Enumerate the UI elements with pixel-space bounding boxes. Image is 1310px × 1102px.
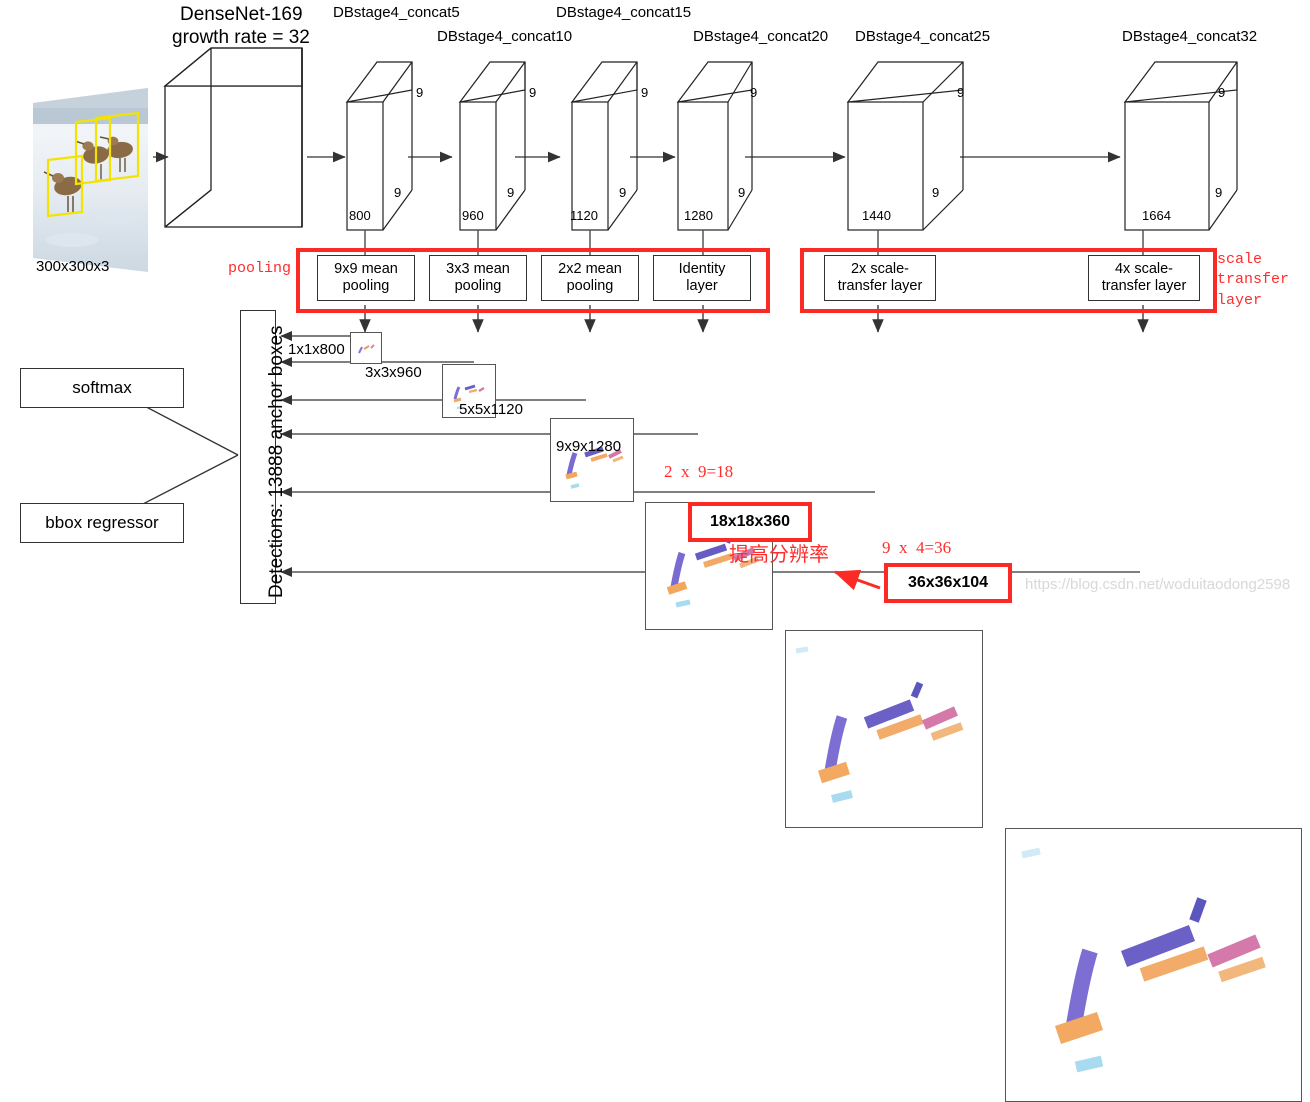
- feature-map-18x18: [785, 630, 983, 828]
- cube-channels-1280: 1280: [684, 208, 713, 223]
- feature-map-caption-5x5: 5x5x1120: [459, 401, 523, 418]
- pooling-box-9x9[interactable]: 9x9 mean pooling: [317, 255, 415, 301]
- feature-map-5x5: [550, 418, 634, 502]
- cube-channels-1440: 1440: [862, 208, 891, 223]
- softmax-label: softmax: [72, 377, 132, 397]
- identity-layer-line1: Identity: [678, 260, 726, 277]
- detections-label: Detections: 13888 anchor boxes: [266, 325, 287, 598]
- identity-layer-box[interactable]: Identity layer: [653, 255, 751, 301]
- stage-cubes: [345, 61, 1238, 231]
- pooling-box-2x2[interactable]: 2x2 mean pooling: [541, 255, 639, 301]
- cube-dim-bottom-5: 9: [932, 185, 940, 200]
- stage-label-concat32: DBstage4_concat32: [1122, 28, 1258, 45]
- pooling-box-3x3[interactable]: 3x3 mean pooling: [429, 255, 527, 301]
- softmax-box[interactable]: softmax: [20, 368, 184, 408]
- shape-box-18x18x360[interactable]: 18x18x360: [688, 502, 812, 542]
- scale-transfer-2x-box[interactable]: 2x scale- transfer layer: [824, 255, 936, 301]
- stage-label-concat5: DBstage4_concat5: [333, 4, 460, 21]
- cube-dim-bottom-2: 9: [507, 185, 515, 200]
- pooling-box-3x3-line2: pooling: [454, 278, 502, 294]
- cube-channels-800: 800: [349, 208, 371, 223]
- input-image: [33, 88, 148, 272]
- anchor-note-2x9: 2 x 9=18: [664, 462, 734, 481]
- cube-channels-1664: 1664: [1142, 208, 1171, 223]
- model-title-line1: DenseNet-169: [180, 4, 303, 25]
- stage-label-concat15: DBstage4_concat15: [556, 4, 692, 21]
- pooling-box-2x2-line1: 2x2 mean: [558, 260, 622, 277]
- shape-box-18x18x360-label: 18x18x360: [709, 513, 791, 530]
- feature-map-36x36: [1005, 828, 1302, 1102]
- pooling-box-2x2-line2: pooling: [566, 278, 614, 294]
- scale-transfer-red-label: scale transfer layer: [1217, 251, 1290, 309]
- scale-transfer-4x-box[interactable]: 4x scale- transfer layer: [1088, 255, 1200, 301]
- scale-transfer-4x-line1: 4x scale-: [1114, 260, 1174, 277]
- feature-map-caption-1x1: 1x1x800: [288, 341, 345, 358]
- cube-dim-bottom-1: 9: [394, 185, 402, 200]
- anchor-note-9x4: 9 x 4=36: [882, 538, 952, 557]
- cube-channels-1120: 1120: [570, 208, 598, 223]
- pooling-box-9x9-line2: pooling: [342, 278, 390, 294]
- densenet-cube: [163, 47, 303, 228]
- model-title-line2: growth rate = 32: [172, 27, 310, 48]
- cube-dim-top-3: 9: [641, 85, 649, 100]
- scale-transfer-2x-line1: 2x scale-: [850, 260, 910, 277]
- shape-box-36x36x104[interactable]: 36x36x104: [884, 563, 1012, 603]
- chinese-note-resolution: 提高分辨率: [729, 544, 829, 566]
- cube-dim-top-6: 9: [1218, 85, 1226, 100]
- identity-layer-line2: layer: [686, 278, 718, 294]
- cube-dim-bottom-3: 9: [619, 185, 627, 200]
- cube-channels-960: 960: [462, 208, 484, 223]
- cube-dim-top-1: 9: [416, 85, 424, 100]
- input-caption: 300x300x3: [36, 258, 110, 275]
- feature-map-1x1: [350, 332, 382, 364]
- feature-map-caption-9x9: 9x9x1280: [556, 438, 622, 455]
- cube-dim-top-4: 9: [750, 85, 758, 100]
- stage-label-concat25: DBstage4_concat25: [855, 28, 991, 45]
- stage-label-concat20: DBstage4_concat20: [693, 28, 829, 45]
- feature-map-caption-3x3: 3x3x960: [365, 364, 422, 381]
- cube-dim-bottom-6: 9: [1215, 185, 1223, 200]
- cube-dim-top-5: 9: [957, 85, 965, 100]
- stage-label-concat10: DBstage4_concat10: [437, 28, 573, 45]
- pooling-group-red-label: pooling: [228, 260, 292, 277]
- diagram-canvas: DenseNet-169 growth rate = 32 DBstage4_c…: [0, 0, 1310, 1102]
- detections-label-wrap: Detections: 13888 anchor boxes: [240, 310, 287, 602]
- cube-dim-bottom-4: 9: [738, 185, 746, 200]
- bbox-regressor-label: bbox regressor: [45, 512, 159, 532]
- pooling-box-3x3-line1: 3x3 mean: [446, 260, 510, 277]
- scale-transfer-4x-line2: transfer layer: [1101, 278, 1187, 294]
- watermark: https://blog.csdn.net/woduitaodong2598: [1025, 576, 1291, 593]
- scale-transfer-2x-line2: transfer layer: [837, 278, 923, 294]
- pooling-box-9x9-line1: 9x9 mean: [334, 260, 398, 277]
- shape-box-36x36x104-label: 36x36x104: [907, 574, 989, 591]
- bbox-regressor-box[interactable]: bbox regressor: [20, 503, 184, 543]
- cube-dim-top-2: 9: [529, 85, 537, 100]
